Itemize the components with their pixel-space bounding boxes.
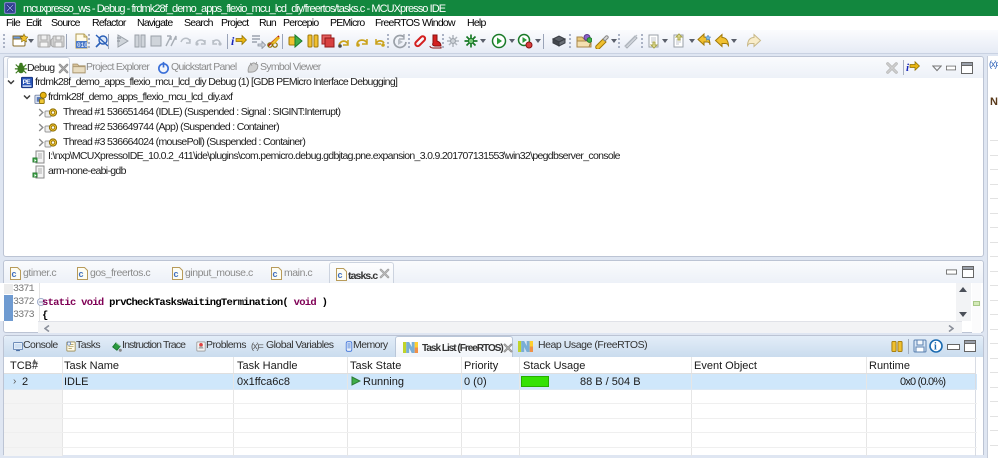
svg-text:c: c (79, 269, 84, 279)
svg-text:c: c (338, 270, 343, 280)
svg-text:c: c (12, 269, 17, 279)
svg-text:PE: PE (23, 79, 32, 86)
svg-text:i: i (906, 62, 910, 74)
svg-text:010: 010 (77, 42, 88, 49)
svg-text:c: c (273, 269, 278, 279)
svg-text:c: c (174, 269, 179, 279)
svg-text:i: i (231, 34, 235, 48)
